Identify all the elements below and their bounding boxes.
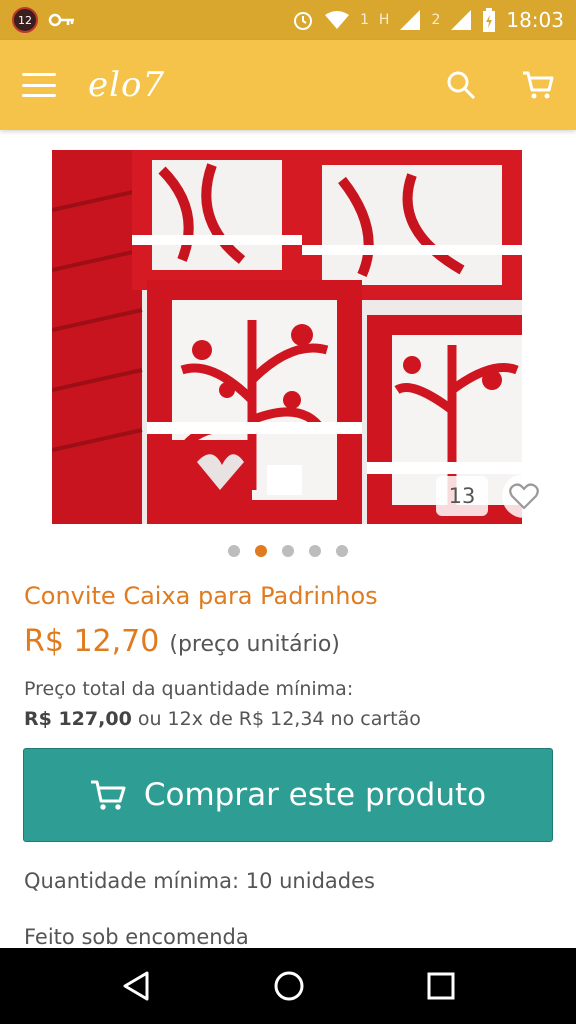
installments-text: ou 12x de R$ 12,34 no cartão [137,708,421,730]
photo-count-badge: 13 [436,476,488,516]
recents-icon[interactable] [427,972,455,1000]
price-row: R$ 12,70 (preço unitário) [24,624,340,659]
carousel-dot[interactable] [228,545,240,557]
notification-badge: 12 [12,7,38,33]
wifi-icon [324,11,349,29]
cart-icon[interactable] [522,70,554,100]
carousel-dot[interactable] [282,545,294,557]
navigation-bar [0,948,576,1024]
menu-icon[interactable] [22,73,56,97]
sim2-label: 2 [431,12,441,28]
signal-icon [400,10,421,30]
minimum-quantity: Quantidade mínima: 10 unidades [24,869,375,893]
sim1-label: 1 [359,12,369,28]
home-icon[interactable] [273,970,305,1002]
carousel-dot-active[interactable] [255,545,267,557]
search-icon[interactable] [446,70,476,100]
buy-button[interactable]: Comprar este produto [23,748,553,842]
clock: 18:03 [506,8,564,32]
cart-icon [90,780,126,810]
carousel-dot[interactable] [309,545,321,557]
carousel-dots [0,545,576,557]
network-type: H [378,12,390,28]
product-image[interactable] [52,150,522,524]
status-bar: 12 1 H 2 18:03 [0,0,576,40]
unit-price: R$ 12,70 [24,624,160,659]
total-price: R$ 127,00 [24,708,132,730]
heart-icon [509,483,539,510]
app-bar: elo7 [0,40,576,130]
alarm-icon [293,12,312,30]
signal-icon-2 [451,10,472,30]
key-icon [48,13,74,27]
carousel-dot[interactable] [336,545,348,557]
app-logo[interactable]: elo7 [88,65,165,105]
product-title: Convite Caixa para Padrinhos [24,582,378,610]
buy-button-label: Comprar este produto [143,777,487,813]
made-to-order: Feito sob encomenda [24,925,249,949]
back-icon[interactable] [121,970,151,1002]
battery-icon [483,8,496,32]
price-note: (preço unitário) [169,632,340,657]
favorite-button[interactable] [502,474,546,518]
total-price-row: R$ 127,00 ou 12x de R$ 12,34 no cartão [24,708,421,730]
total-price-label: Preço total da quantidade mínima: [24,678,354,700]
product-photo [52,150,522,524]
